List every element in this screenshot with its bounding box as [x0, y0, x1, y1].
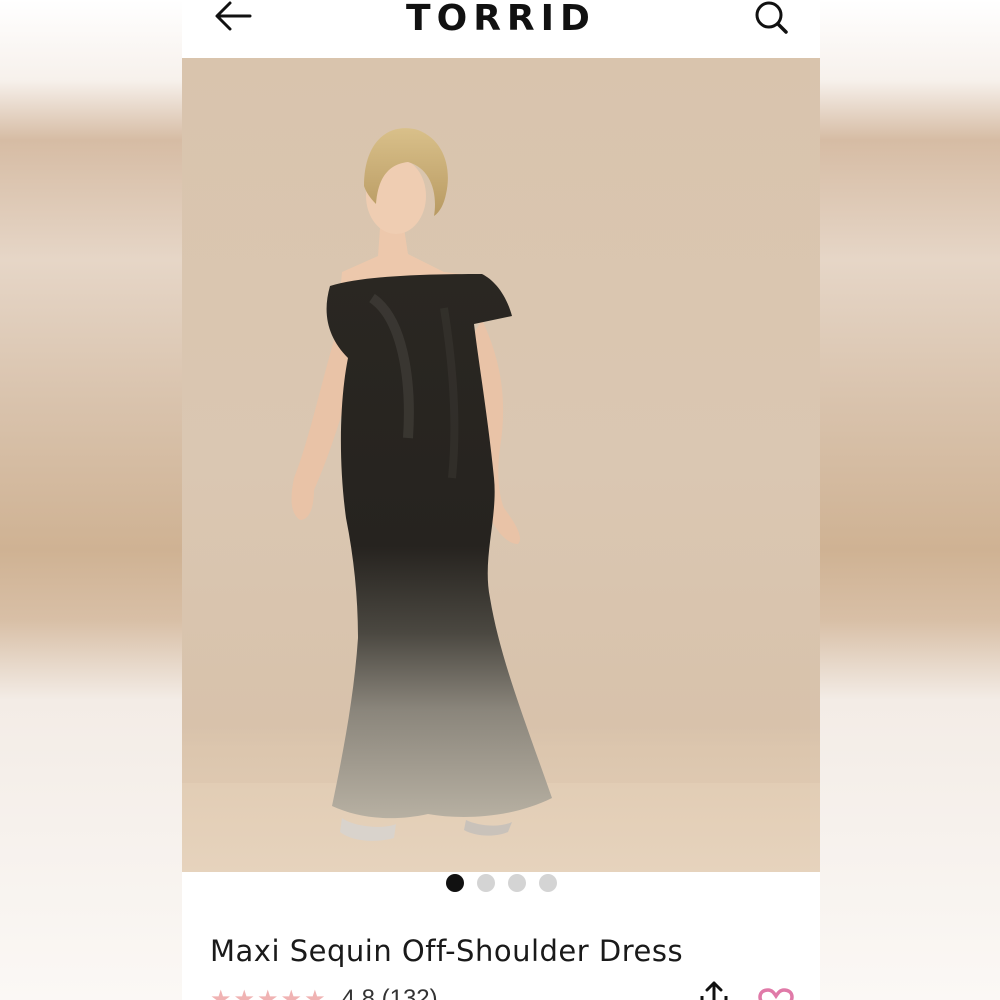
gallery-dot-3[interactable]	[507, 874, 526, 892]
gallery-pagination	[182, 872, 820, 894]
share-button[interactable]	[694, 980, 734, 1000]
rating-row[interactable]: ★★★★★ 4.8 (132)	[210, 984, 438, 1000]
gallery-dot-2[interactable]	[476, 874, 495, 892]
heart-icon	[758, 988, 794, 1000]
share-icon	[700, 981, 728, 1000]
top-nav-bar: TORRID	[182, 0, 820, 58]
product-title: Maxi Sequin Off-Shoulder Dress	[210, 934, 684, 968]
arrow-left-icon	[215, 1, 252, 31]
favorite-button[interactable]	[756, 988, 796, 1000]
search-button[interactable]	[752, 0, 792, 36]
star-rating-icon: ★★★★★	[210, 985, 328, 1000]
product-image[interactable]	[182, 58, 820, 872]
rating-summary: 4.8 (132)	[341, 985, 438, 1000]
product-page: TORRID Maxi Sequin Off-Shoulder Dress ★★…	[182, 0, 820, 1000]
gallery-dot-4[interactable]	[538, 874, 557, 892]
brand-logo[interactable]: TORRID	[406, 0, 596, 39]
gallery-dot-1[interactable]	[445, 874, 464, 892]
blurred-backdrop-left	[0, 0, 182, 1000]
back-button[interactable]	[212, 0, 256, 36]
search-icon	[755, 1, 788, 34]
blurred-backdrop-right	[820, 0, 1000, 1000]
model-in-sequin-dress-illustration	[291, 128, 552, 841]
